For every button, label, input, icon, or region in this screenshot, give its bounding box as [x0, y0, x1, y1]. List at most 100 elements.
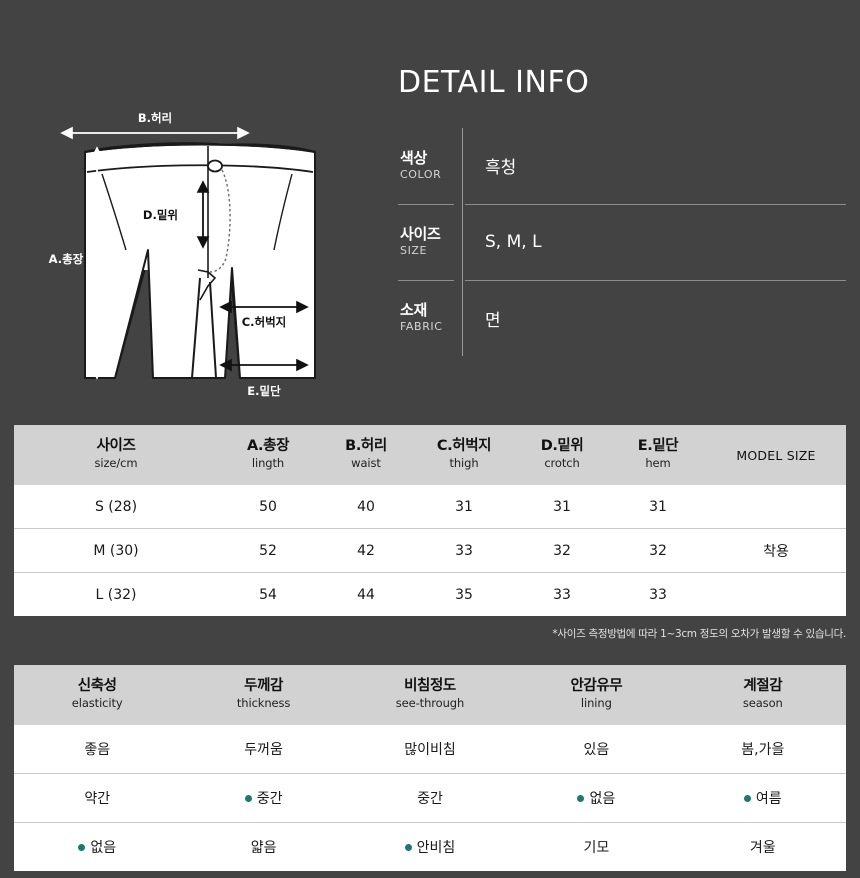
label-thigh: C.허벅지	[242, 315, 287, 329]
attr-cell-lining[interactable]: 없음	[513, 773, 680, 823]
spec-label-color: 색상 COLOR	[398, 128, 464, 204]
attr-cell-thickness[interactable]: 얇음	[180, 822, 347, 871]
table-row: M (30) 52 42 33 32 32 착용	[14, 528, 846, 573]
th-ko: E.밑단	[637, 438, 679, 455]
attr-cell-lining[interactable]: 기모	[513, 822, 680, 871]
cell-crotch: 33	[514, 572, 610, 616]
selected-dot-icon	[404, 843, 412, 851]
spec-label-ko: 색상	[400, 148, 428, 167]
table-row: 약간 중간 중간 없음 여름	[14, 773, 846, 823]
th-en: elasticity	[71, 696, 123, 711]
th-ko: C.허벅지	[436, 438, 492, 455]
selected-dot-icon	[577, 794, 585, 802]
attr-option: 안비침	[404, 837, 456, 857]
spec-row-fabric: 소재 FABRIC 면	[398, 279, 846, 356]
cell-thigh: 31	[455, 498, 473, 515]
th-en: thigh	[449, 456, 479, 471]
cell-hem: 31	[649, 498, 667, 515]
th-en: hem	[645, 456, 671, 471]
attr-option: 중간	[244, 788, 282, 808]
attr-option: 좋음	[84, 739, 110, 759]
detail-info-panel: DETAIL INFO 색상 COLOR 흑청 사이즈 SIZE S, M, L…	[398, 68, 850, 356]
size-table-th-length: A.총장 lingth	[218, 425, 318, 485]
attr-option: 중간	[417, 788, 443, 808]
cell-length: 54	[218, 572, 318, 616]
attr-cell-elasticity[interactable]: 약간	[14, 773, 181, 823]
attr-option: 봄,가을	[741, 739, 784, 759]
attr-cell-elasticity[interactable]: 좋음	[14, 725, 180, 774]
spec-label-fabric: 소재 FABRIC	[398, 280, 464, 356]
attr-cell-season[interactable]: 봄,가을	[680, 725, 846, 774]
attr-cell-see-through[interactable]: 안비침	[346, 822, 514, 871]
size-chart-table: 사이즈 size/cm A.총장 lingth B.허리 waist C.허벅지…	[14, 425, 846, 616]
size-table-th-crotch: D.밑위 crotch	[514, 425, 610, 485]
th-en: size/cm	[94, 456, 138, 471]
detail-info-section: B.허리 A.총장 D.밑위 C.허벅지 E.밑단 DETAIL INFO 색상…	[0, 0, 860, 415]
th-ko: A.총장	[246, 438, 290, 455]
attr-cell-season[interactable]: 여름	[679, 773, 846, 823]
attr-option-label: 없음	[589, 791, 616, 807]
cell-model: 착용	[706, 528, 846, 573]
selected-dot-icon	[78, 843, 86, 851]
cell-length: 50	[259, 498, 277, 515]
attr-option: 여름	[743, 788, 782, 808]
attr-option-label: 없음	[90, 840, 117, 856]
th-ko: 사이즈	[96, 438, 136, 455]
table-row: S (28) 50 40 31 31 31	[14, 485, 846, 529]
attr-cell-lining[interactable]: 있음	[513, 725, 679, 774]
attr-option-label: 중간	[417, 791, 443, 807]
cell-waist: 44	[318, 572, 414, 616]
cell-crotch: 32	[514, 528, 610, 573]
attr-cell-thickness[interactable]: 두꺼움	[180, 725, 346, 774]
th-en: lining	[580, 696, 612, 711]
shorts-illustration	[84, 142, 316, 379]
attr-option-label: 있음	[583, 742, 610, 758]
attr-option-label: 안비침	[416, 840, 456, 856]
cell-thigh: 33	[414, 528, 514, 573]
th-ko: 신축성	[77, 678, 117, 695]
cell-waist: 42	[318, 528, 414, 573]
attr-option-label: 기모	[583, 840, 610, 856]
attr-option: 없음	[577, 788, 615, 808]
cell-hem: 32	[610, 528, 706, 573]
attr-cell-season[interactable]: 겨울	[679, 822, 846, 871]
attr-cell-thickness[interactable]: 중간	[180, 773, 347, 823]
size-table-th-model-size: MODEL SIZE	[706, 425, 846, 485]
th-en: lingth	[251, 456, 285, 471]
attr-cell-see-through[interactable]: 많이비침	[347, 725, 513, 774]
attr-cell-elasticity[interactable]: 없음	[14, 822, 181, 871]
size-table-th-thigh: C.허벅지 thigh	[414, 425, 514, 485]
attr-option: 많이비침	[404, 739, 456, 759]
spec-label-ko: 사이즈	[400, 224, 441, 243]
attr-option: 두꺼움	[244, 739, 283, 759]
attr-option-label: 두꺼움	[244, 742, 283, 758]
attr-table-th-see-through: 비침정도 see-through	[347, 665, 513, 725]
attr-option: 기모	[583, 837, 609, 857]
cell-crotch: 31	[553, 498, 571, 515]
attr-option: 없음	[78, 837, 116, 857]
table-row: L (32) 54 44 35 33 33	[14, 572, 846, 616]
cell-hem: 33	[610, 572, 706, 616]
label-waist: B.허리	[138, 111, 172, 125]
spec-label-ko: 소재	[400, 300, 428, 319]
table-row: 없음 얇음 안비침 기모 겨울	[14, 822, 846, 871]
attr-table-th-lining: 안감유무 lining	[513, 665, 679, 725]
th-en: crotch	[544, 456, 580, 471]
spec-row-color: 색상 COLOR 흑청	[398, 128, 846, 204]
attr-option: 있음	[583, 739, 609, 759]
attr-table-header-row: 신축성 elasticity 두께감 thickness 비침정도 see-th…	[14, 665, 846, 725]
size-table-header-row: 사이즈 size/cm A.총장 lingth B.허리 waist C.허벅지…	[14, 425, 846, 485]
th-ko: 비침정도	[404, 678, 456, 695]
label-hem: E.밑단	[247, 384, 281, 398]
spec-value-size: S, M, L	[465, 203, 846, 280]
attr-option-label: 얇음	[250, 840, 277, 856]
spec-label-en: FABRIC	[400, 319, 443, 333]
cell-thigh: 35	[414, 572, 514, 616]
cell-size: S (28)	[94, 498, 138, 515]
attr-cell-see-through[interactable]: 중간	[346, 773, 514, 823]
attr-option-label: 좋음	[84, 742, 111, 758]
attr-option: 얇음	[251, 837, 277, 857]
th-en: waist	[351, 456, 381, 471]
page-title: DETAIL INFO	[398, 65, 590, 100]
attr-option: 약간	[84, 788, 110, 808]
